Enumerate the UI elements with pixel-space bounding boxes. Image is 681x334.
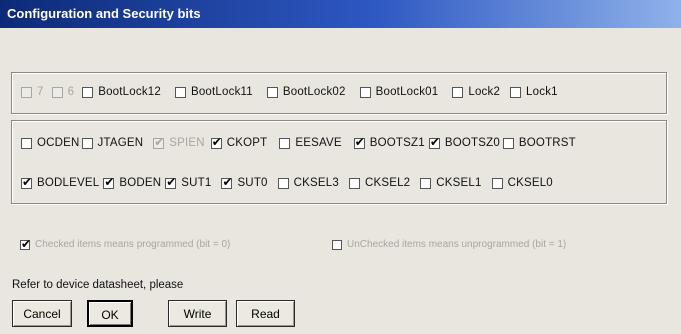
checkbox-cksel0[interactable]: CKSEL0 <box>491 177 553 189</box>
fuse-row-1: OCDEN JTAGEN SPIEN CKOPT EESAVE BOOTSZ1 BOOTSZ… <box>21 135 576 149</box>
fuse-bits-group <box>11 120 667 204</box>
checkbox-box <box>21 86 32 98</box>
checkbox-box <box>153 135 164 149</box>
checkbox-box[interactable] <box>81 137 93 149</box>
lock-bits-row: 7 6 BootLock12 BootLock11 BootLock02 BootLock… <box>21 86 558 98</box>
checkbox-box[interactable] <box>174 86 186 98</box>
checkbox-label: SPIEN <box>169 137 205 149</box>
checkbox-box[interactable] <box>21 137 32 149</box>
checkbox-box <box>51 86 63 98</box>
write-button[interactable]: Write <box>168 300 227 327</box>
checkbox-label: BootLock11 <box>190 86 253 98</box>
checkbox-label: BootLock01 <box>375 86 439 98</box>
checkbox-label: CKOPT <box>226 137 268 149</box>
checkbox-box[interactable] <box>428 135 440 149</box>
checkbox-lock2[interactable]: Lock2 <box>452 86 500 98</box>
checkbox-7: 7 <box>21 86 44 98</box>
checkbox-box[interactable] <box>452 86 464 98</box>
read-button[interactable]: Read <box>236 300 295 327</box>
checkbox-label: SUT0 <box>237 177 268 189</box>
checkbox-box[interactable] <box>21 175 32 189</box>
checkbox-box[interactable] <box>348 177 360 189</box>
checkbox-bootlock12[interactable]: BootLock12 <box>82 86 161 98</box>
checkbox-label: BODEN <box>119 177 162 189</box>
checkbox-box[interactable] <box>279 137 291 149</box>
checkbox-jtagen[interactable]: JTAGEN <box>81 137 144 149</box>
checkbox-sut0[interactable]: SUT0 <box>221 175 268 189</box>
checked-legend-checkbox <box>20 237 31 251</box>
cancel-button[interactable]: Cancel <box>12 300 72 327</box>
checkbox-sut1[interactable]: SUT1 <box>165 175 212 189</box>
checkbox-label: Lock2 <box>468 86 501 98</box>
unchecked-legend: UnChecked items means unprogrammed (bit … <box>332 239 566 250</box>
checkbox-label: CKSEL2 <box>364 177 411 189</box>
checkbox-label: BOOTSZ0 <box>444 137 500 149</box>
checkbox-label: OCDEN <box>37 137 80 149</box>
checkbox-box[interactable] <box>510 86 522 98</box>
checkbox-label: JTAGEN <box>97 137 144 149</box>
checkbox-bootlock02[interactable]: BootLock02 <box>266 86 346 98</box>
checkbox-bootlock11[interactable]: BootLock11 <box>174 86 253 98</box>
checkbox-label: CKSEL1 <box>436 177 482 189</box>
checkbox-label: EESAVE <box>295 137 342 149</box>
checkbox-bootsz0[interactable]: BOOTSZ0 <box>428 135 500 149</box>
unchecked-legend-checkbox <box>332 239 342 250</box>
checkbox-box[interactable] <box>266 86 278 98</box>
checked-legend-text: Checked items means programmed (bit = 0) <box>35 239 231 250</box>
checkbox-box[interactable] <box>165 175 176 189</box>
fuse-row-2: BODLEVEL BODEN SUT1 SUT0 CKSEL3 CKSEL2 CKSEL1 C… <box>21 175 553 189</box>
checkbox-box[interactable] <box>420 177 432 189</box>
checkbox-box[interactable] <box>502 137 514 149</box>
checkbox-label: Lock1 <box>526 86 558 98</box>
checkbox-box[interactable] <box>277 177 289 189</box>
checkbox-label: 6 <box>67 86 75 98</box>
checkbox-label: 7 <box>37 86 44 98</box>
checkbox-bootrst[interactable]: BOOTRST <box>502 137 576 149</box>
checkbox-bootsz1[interactable]: BOOTSZ1 <box>353 135 425 149</box>
checkbox-label: BOOTSZ1 <box>369 137 425 149</box>
checkbox-spien: SPIEN <box>153 135 205 149</box>
checkbox-label: BOOTRST <box>518 137 576 149</box>
checkbox-label: SUT1 <box>181 177 212 189</box>
checkbox-box[interactable] <box>359 86 371 98</box>
checkbox-box[interactable] <box>210 135 222 149</box>
checkbox-bodlevel[interactable]: BODLEVEL <box>21 175 100 189</box>
ok-button[interactable]: OK <box>87 300 133 327</box>
checkbox-cksel1[interactable]: CKSEL1 <box>420 177 481 189</box>
checkbox-label: BODLEVEL <box>37 177 100 189</box>
checkbox-box[interactable] <box>82 86 94 98</box>
checkbox-boden[interactable]: BODEN <box>103 175 162 189</box>
checkbox-ocden[interactable]: OCDEN <box>21 137 80 149</box>
checkbox-ckopt[interactable]: CKOPT <box>210 135 268 149</box>
window-title: Configuration and Security bits <box>0 0 681 28</box>
unchecked-legend-text: UnChecked items means unprogrammed (bit … <box>347 239 567 250</box>
checkbox-box[interactable] <box>491 177 503 189</box>
checkbox-6: 6 <box>51 86 75 98</box>
checkbox-eesave[interactable]: EESAVE <box>279 137 342 149</box>
checkbox-label: CKSEL3 <box>293 177 339 189</box>
datasheet-info: Refer to device datasheet, please <box>12 279 184 291</box>
checkbox-box[interactable] <box>353 135 365 149</box>
checkbox-cksel2[interactable]: CKSEL2 <box>348 177 411 189</box>
checkbox-box[interactable] <box>103 175 114 189</box>
checkbox-box[interactable] <box>221 175 233 189</box>
checkbox-label: BootLock12 <box>98 86 161 98</box>
checkbox-lock1[interactable]: Lock1 <box>510 86 558 98</box>
checkbox-label: CKSEL0 <box>507 177 553 189</box>
checked-legend: Checked items means programmed (bit = 0) <box>20 237 231 251</box>
checkbox-label: BootLock02 <box>282 86 346 98</box>
checkbox-bootlock01[interactable]: BootLock01 <box>359 86 439 98</box>
checkbox-cksel3[interactable]: CKSEL3 <box>277 177 339 189</box>
